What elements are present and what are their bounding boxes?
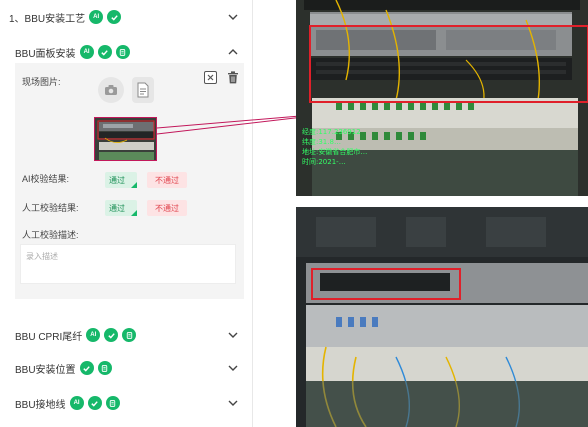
photo-watermark-line3: 地址:安徽省合肥市…	[302, 148, 368, 156]
photo-watermark-line2: 纬度:31.8…	[302, 138, 341, 146]
photo-watermark-line4: 时间:2021-…	[302, 158, 346, 166]
photo-watermark-line1: 经度:117.236912	[302, 128, 361, 136]
zoomed-site-photo: 经度:117.236912 纬度:31.8… 地址:安徽省合肥市… 时间:202…	[296, 0, 588, 196]
reference-photo	[296, 207, 588, 427]
